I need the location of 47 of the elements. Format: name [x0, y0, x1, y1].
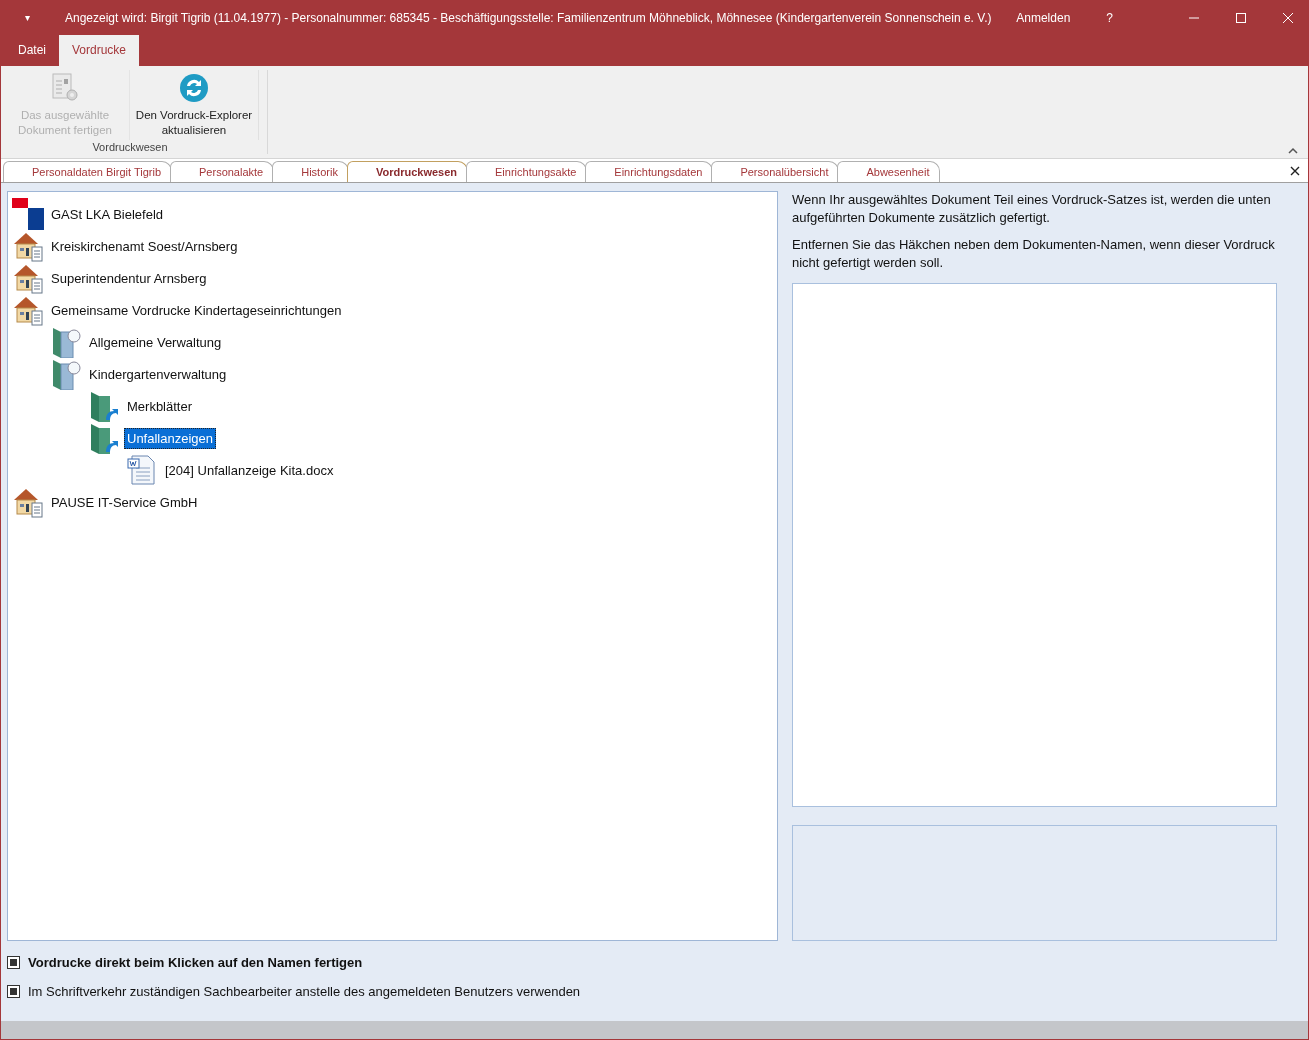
document-tab[interactable]: Personalübersicht — [711, 161, 840, 182]
tree-item[interactable]: [204] Unfallanzeige Kita.docx — [162, 459, 337, 481]
tree-item[interactable]: Superintendentur Arnsberg — [48, 267, 210, 289]
tree-item[interactable]: PAUSE IT-Service GmbH — [48, 491, 201, 513]
tree-item[interactable]: Merkblätter — [124, 395, 196, 417]
tree-item[interactable]: Kreiskirchenamt Soest/Arnsberg — [48, 235, 241, 257]
document-tab[interactable]: Einrichtungsakte — [466, 161, 588, 182]
document-tab[interactable]: Personalakte — [170, 161, 275, 182]
house-document-icon — [12, 262, 44, 294]
document-tab[interactable]: Historik — [272, 161, 349, 182]
folder-arrow-icon — [88, 422, 120, 454]
word-document-icon — [126, 454, 158, 486]
tree-item[interactable]: Kindergartenverwaltung — [86, 363, 230, 385]
binder-magnifier-icon — [50, 358, 82, 390]
folder-arrow-icon — [88, 390, 120, 422]
tree-item[interactable]: Allgemeine Verwaltung — [86, 331, 225, 353]
help-button[interactable]: ? — [1106, 10, 1113, 25]
info-text: Wenn Ihr ausgewähltes Dokument Teil eines Vordruck-Satzes ist, werden die unten aufgeführten Dokumente zusätzlich gefertigt. — [792, 191, 1272, 227]
document-tab[interactable]: Vordruckwesen — [346, 161, 468, 182]
option-label: Vordrucke direkt beim Klicken auf den Namen fertigen — [28, 955, 363, 970]
option-label: Im Schriftverkehr zuständigen Sachbearbeiter anstelle des angemeldeten Benutzers verwenden — [28, 984, 581, 999]
tree-item[interactable]: GASt LKA Bielefeld — [48, 203, 166, 225]
document-tab[interactable]: Personaldaten Birgit Tigrib — [3, 161, 172, 182]
tree-item[interactable]: Gemeinsame Vordrucke Kindertageseinrichtungen — [48, 299, 345, 321]
ribbon-tab[interactable]: Datei — [5, 35, 59, 66]
maximize-icon[interactable] — [1235, 11, 1247, 24]
ribbon-button[interactable]: Den Vordruck-Explorer aktualisieren — [130, 70, 259, 140]
login-link[interactable]: Anmelden — [1016, 10, 1071, 25]
house-document-icon — [12, 230, 44, 262]
refresh-icon — [178, 72, 210, 104]
document-gear-icon — [49, 72, 81, 104]
document-tab[interactable]: Einrichtungsdaten — [585, 161, 714, 182]
binder-magnifier-icon — [50, 326, 82, 358]
collapse-ribbon-icon[interactable] — [1288, 147, 1298, 154]
close-icon[interactable] — [1290, 166, 1300, 176]
quick-access-menu[interactable]: ▾ — [25, 12, 65, 23]
window-title: Angezeigt wird: Birgit Tigrib (11.04.1977) - Personalnummer: 685345 - Beschäftigungsstelle: Familienzentrum Möhneblick, Möhnesee (Kindergartenverein Sonnenschein e. V.) — [65, 10, 993, 25]
group-label: Vordruckwesen — [92, 141, 168, 153]
checkbox[interactable] — [7, 956, 20, 969]
logo-icon — [12, 198, 44, 230]
checkbox[interactable] — [7, 985, 20, 998]
tree-item[interactable]: Unfallanzeigen — [124, 427, 216, 449]
ribbon-tab[interactable]: Vordrucke — [59, 35, 140, 66]
info-text: Entfernen Sie das Häkchen neben dem Dokumenten-Namen, wenn dieser Vordruck nicht gefertigt werden soll. — [792, 236, 1276, 272]
house-document-icon — [12, 294, 44, 326]
document-tab[interactable]: Abwesenheit — [837, 161, 941, 182]
house-document-icon — [12, 486, 44, 518]
